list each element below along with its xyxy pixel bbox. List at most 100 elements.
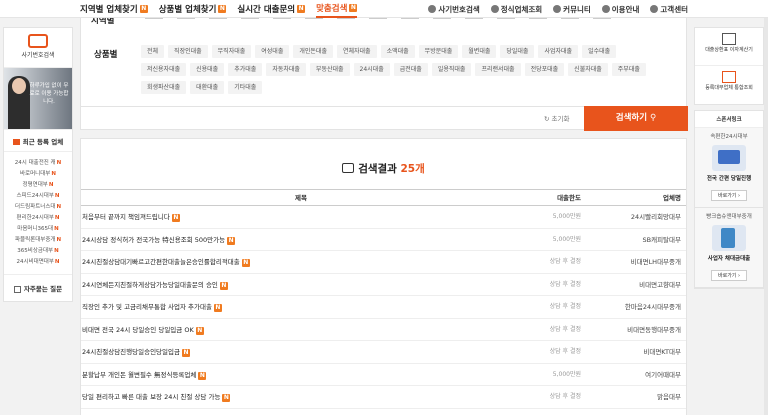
category-chip[interactable]: 프리랜서대출: [475, 63, 521, 76]
list-item[interactable]: 스피드24시대부N: [4, 191, 72, 202]
table-row[interactable]: 24시친절상담대기빠르고간편한대출늘은승인률합리적대출 N 상담 후 결정 비대면LH…: [81, 251, 686, 274]
table-row[interactable]: 24시연체든지친절하게상담가능당일대출문의 승인 N 상담 후 결정 비대면고향대부: [81, 274, 686, 296]
interest-calculator-link[interactable]: 대출상환표 이자계산기: [695, 28, 763, 66]
reset-label: 초기화: [551, 115, 570, 123]
ad-button-label: 바로가기: [718, 273, 737, 279]
link-label: 사기번호검색: [438, 4, 480, 14]
list-item[interactable]: 24시비대면대부N: [4, 257, 72, 268]
category-chip[interactable]: 사업자대출: [538, 45, 579, 58]
category-chip[interactable]: 직장인대출: [168, 45, 208, 58]
filter-panel: 지역별 상품별 전체 직장인대출 무직자대출 여성대출 개인돈대출 연체자대출 소액대출 무방…: [80, 0, 688, 131]
row-limit: 상담 후 결정: [549, 258, 581, 265]
nav-region-search[interactable]: 지역별 업체찾기 N: [80, 3, 148, 15]
row-title-cell[interactable]: 당일 편리하고 빠른 대출 보장 24시 친절 상담 가능 N: [81, 386, 521, 408]
category-chip[interactable]: 무직자대출: [211, 45, 252, 58]
list-item[interactable]: 365비상금대부N: [4, 246, 72, 257]
row-title-cell[interactable]: 24시연체든지친절하게상담가능당일대출문의 승인 N: [81, 274, 521, 296]
row-company: 비대면고향대부: [639, 280, 681, 289]
category-chip[interactable]: 당일대출: [500, 45, 535, 58]
category-chip[interactable]: 여성대출: [255, 45, 290, 58]
row-title-cell[interactable]: 24시친절상담진행당일승인당일입금 N: [81, 341, 521, 363]
new-badge-icon: N: [198, 371, 207, 380]
category-chip[interactable]: 자동차대출: [266, 63, 306, 76]
customer-center-link[interactable]: 고객센터: [650, 4, 688, 15]
table-row[interactable]: 24시친절상담진행당일승인당일입금 N 상담 후 결정 비대면KT대부: [81, 341, 686, 364]
nav-custom-search[interactable]: 맞춤검색 N: [316, 0, 358, 18]
sponsor-ad[interactable]: 속편한24시대부 전국 간편 당일진행 바로가기 ›: [695, 128, 763, 208]
category-chip[interactable]: 월변대출: [462, 45, 497, 58]
row-title-cell[interactable]: 직장인 추가 및 고금리채무통합 사업자 추가대출 N: [81, 296, 521, 318]
nav-label: 실시간 대출문의: [237, 4, 296, 15]
row-title: 24시친절상담진행당일승인당일입금: [82, 348, 180, 356]
guide-link[interactable]: 이용안내: [601, 4, 639, 15]
category-chip[interactable]: 회생파산대출: [141, 81, 187, 94]
new-badge-icon: N: [227, 236, 236, 245]
ad-go-button[interactable]: 바로가기 ›: [711, 190, 747, 201]
category-chip[interactable]: 저신용자대출: [141, 63, 187, 76]
recent-list: 24시 대출전진 캐N 바로머니대부N 정평연대부N 스피드24시대부N 더드림…: [4, 152, 72, 274]
table-row[interactable]: 비대면 전국 24시 당일승인 당일입금 OK N 상담 후 결정 비대면동행대부중개: [81, 319, 686, 341]
category-chip[interactable]: 소액대출: [380, 45, 415, 58]
category-chip[interactable]: 기타대출: [228, 81, 263, 94]
category-chip[interactable]: 추가대출: [228, 63, 263, 76]
new-badge-icon: N: [349, 3, 358, 12]
category-chip[interactable]: 신불자대출: [568, 63, 608, 76]
calculator-illustration: [712, 225, 746, 251]
row-title-cell[interactable]: 비대면 전국 24시 당일승인 당일입금 OK N: [81, 319, 521, 341]
category-chip[interactable]: 개인돈대출: [293, 45, 333, 58]
list-item[interactable]: 파블릭론대부중개N: [4, 235, 72, 246]
nav-label: 지역별 업체찾기: [80, 4, 138, 15]
new-icon: N: [56, 160, 62, 166]
category-chip[interactable]: 24시대출: [353, 63, 390, 76]
list-item[interactable]: 정평연대부N: [4, 180, 72, 191]
category-chip[interactable]: 전당포대출: [524, 63, 565, 76]
category-chip[interactable]: 급전대출: [393, 63, 428, 76]
page-scrollbar[interactable]: [764, 0, 768, 415]
list-item[interactable]: 24시 대출전진 캐N: [4, 158, 72, 169]
category-chip[interactable]: 연체자대출: [336, 45, 377, 58]
ad-go-button[interactable]: 바로가기 ›: [711, 270, 747, 281]
category-chip[interactable]: 신용대출: [190, 63, 225, 76]
search-button[interactable]: 검색하기 ⚲: [584, 106, 688, 131]
reset-button[interactable]: ↻ 초기화: [544, 113, 569, 123]
sponsor-ad[interactable]: 빵크숍슈앤대부중개 사업자 채대금대출 바로가기 ›: [695, 208, 763, 288]
row-title-cell[interactable]: 처음부터 끝까지 책임져드립니다 N: [81, 206, 521, 228]
list-item[interactable]: 편리한24시대부N: [4, 213, 72, 224]
category-chip[interactable]: 부동산대출: [309, 63, 350, 76]
new-badge-icon: N: [241, 259, 250, 267]
fraud-search-shortcut[interactable]: 사기번호검색: [4, 28, 72, 68]
list-item[interactable]: 더드림파트너스대N: [4, 202, 72, 213]
nav-label: 맞춤검색: [316, 3, 348, 14]
table-row[interactable]: 직장인 추가 및 고금리채무통합 사업자 추가대출 N 상담 후 결정 한마음24시대…: [81, 296, 686, 319]
nav-product-search[interactable]: 상품별 업체찾기 N: [159, 3, 227, 15]
right-sidebar: 대출상환표 이자계산기 등록대부업체 통합조회 스폰서링크 속편한24시대부 전…: [694, 27, 764, 289]
category-chip[interactable]: 일수대출: [582, 45, 617, 58]
category-chip[interactable]: 무방문대출: [418, 45, 459, 58]
table-row[interactable]: 24시상담 정식허가 전국가능 特신용조회 500만가능 N 5,000만원 SB캐피…: [81, 229, 686, 251]
community-link[interactable]: 커뮤니티: [553, 4, 591, 15]
category-chip[interactable]: 일용직대출: [431, 63, 472, 76]
category-chip[interactable]: 대환대출: [190, 81, 225, 94]
fraud-number-search-link[interactable]: 사기번호검색: [428, 4, 480, 15]
list-item[interactable]: 바로머니대부N: [4, 169, 72, 180]
nav-realtime-inquiry[interactable]: 실시간 대출문의 N: [237, 3, 306, 15]
lookup-icon: [722, 71, 736, 83]
utility-menu: 사기번호검색 정식업체조회 커뮤니티 이용안내 고객센터: [417, 0, 688, 18]
table-row[interactable]: 분할납부 개인돈 월변필수 無정식등록업체 N 5,000만원 여기어때대부: [81, 364, 686, 386]
table-row[interactable]: 처음부터 끝까지 책임져드립니다 N 5,000만원 24시빨리회망대부: [81, 206, 686, 229]
faq-link[interactable]: 자주묻는 질문: [4, 275, 72, 301]
row-company: 맑음대부: [657, 393, 681, 401]
company-lookup-link[interactable]: 등록대부업체 통합조회: [695, 66, 763, 104]
table-row[interactable]: 당일 편리하고 빠른 대출 보장 24시 친절 상담 가능 N 상담 후 결정 맑음대…: [81, 386, 686, 409]
row-title-cell[interactable]: 24시친절상담대기빠르고간편한대출늘은승인률합리적대출 N: [81, 251, 521, 273]
row-title-cell[interactable]: 분할납부 개인돈 월변필수 無정식등록업체 N: [81, 364, 521, 386]
row-title-cell[interactable]: 24시상담 정식허가 전국가능 特신용조회 500만가능 N: [81, 229, 521, 251]
col-limit: 대출한도: [557, 194, 581, 202]
list-item[interactable]: 마음머니365대N: [4, 224, 72, 235]
row-limit: 5,000만원: [552, 370, 581, 378]
new-badge-icon: N: [171, 214, 180, 222]
registered-company-link[interactable]: 정식업체조회: [490, 4, 542, 15]
category-chip[interactable]: 전체: [141, 45, 165, 58]
category-chip[interactable]: 주부대출: [611, 63, 646, 76]
promo-banner[interactable]: 하루가입 없이 무료로 이용 가능합니다.: [4, 68, 72, 130]
